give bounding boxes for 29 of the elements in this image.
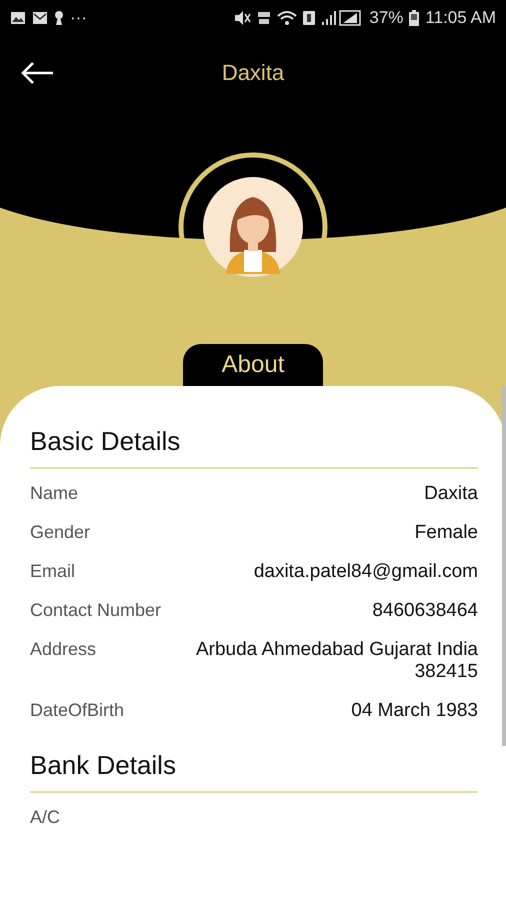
- field-label: Contact Number: [30, 600, 162, 621]
- mail-icon: [32, 11, 48, 25]
- battery-icon: [409, 10, 420, 26]
- field-label: DateOfBirth: [30, 700, 124, 721]
- field-label: Email: [30, 561, 76, 582]
- clock: 11:05 AM: [425, 8, 496, 28]
- keyhole-icon: [54, 10, 64, 26]
- wifi-icon: [277, 10, 298, 26]
- field-value: Female: [414, 522, 478, 544]
- field-label: Address: [30, 639, 96, 660]
- back-arrow-icon[interactable]: [20, 61, 54, 85]
- field-value: daxita.patel84@gmail.com: [254, 561, 478, 583]
- page-title: Daxita: [222, 60, 284, 86]
- mute-icon: [233, 10, 252, 26]
- field-value: 04 March 1983: [351, 700, 478, 722]
- overflow-indicator: ···: [70, 8, 87, 28]
- field-label: Name: [30, 483, 78, 504]
- field-value: Daxita: [424, 483, 478, 505]
- about-tab[interactable]: About: [183, 344, 323, 386]
- image-icon: [10, 11, 26, 25]
- section-heading: Basic Details: [30, 426, 182, 457]
- sim-icon: [303, 11, 316, 25]
- field-label: A/C: [30, 807, 60, 828]
- field-value: Arbuda Ahmedabad Gujarat India 382415: [194, 639, 478, 683]
- field-label: Gender: [30, 522, 90, 543]
- section-heading: Bank Details: [30, 750, 177, 781]
- field-value: 8460638464: [372, 600, 478, 622]
- signal-icon: [321, 10, 364, 26]
- battery-percent: 37%: [369, 8, 404, 28]
